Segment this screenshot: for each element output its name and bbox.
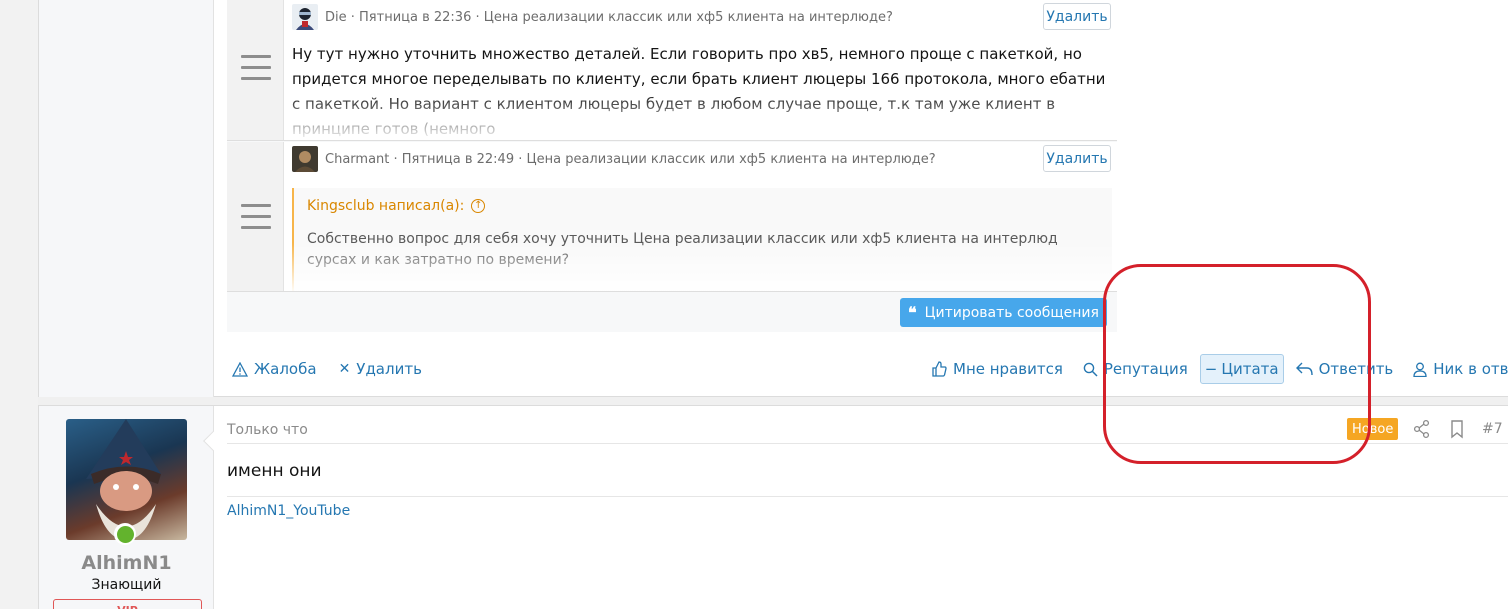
quote-item-content: Charmant · Пятница в 22:49 · Цена реализ…: [284, 142, 1117, 291]
quote-fade: [284, 243, 1117, 291]
share-icon[interactable]: [1413, 419, 1431, 439]
delete-post-label: Удалить: [356, 360, 422, 378]
quote-delete-button[interactable]: Удалить: [1043, 3, 1111, 30]
user-avatar-die-icon: [292, 4, 318, 30]
quote-delete-button[interactable]: Удалить: [1043, 145, 1111, 172]
drag-handle-icon[interactable]: [227, 142, 284, 291]
warning-icon: [232, 361, 248, 377]
close-icon: ✕: [338, 361, 351, 377]
drag-handle-icon[interactable]: [227, 0, 284, 140]
post-message: именн они: [227, 461, 322, 481]
quote-item-content: Die · Пятница в 22:36 · Цена реализации …: [284, 0, 1117, 140]
avatar-wizard-icon: [86, 419, 161, 540]
user-avatar[interactable]: [66, 419, 187, 540]
quote-item-header: Charmant · Пятница в 22:49 · Цена реализ…: [292, 146, 936, 172]
post-time[interactable]: Только что: [227, 422, 308, 438]
online-status-icon: [114, 523, 136, 545]
forum-page: Die · Пятница в 22:36 · Цена реализации …: [0, 0, 1508, 609]
nested-quote-author-label: Kingsclub написал(а):: [307, 198, 465, 214]
user-name[interactable]: AlhimN1: [39, 552, 214, 574]
like-label: Мне нравится: [953, 360, 1063, 378]
user-banner: VIP: [53, 599, 202, 609]
post-user-column: [39, 0, 214, 397]
reply-icon: [1295, 362, 1313, 376]
user-title: Знающий: [91, 577, 162, 593]
quote-item: Die · Пятница в 22:36 · Цена реализации …: [227, 0, 1117, 141]
quote-marks-icon: ❝: [908, 303, 917, 322]
nick-reply-link[interactable]: Ник в ответ: [1409, 354, 1508, 384]
reply-link[interactable]: Ответить: [1292, 354, 1398, 384]
post-actions-right: Мне нравится Репутация − Цитата Ответить…: [927, 354, 1508, 384]
multi-quote-panel: Die · Пятница в 22:36 · Цена реализации …: [227, 0, 1117, 332]
report-link[interactable]: Жалоба: [228, 354, 321, 384]
post-actions-left: Жалоба ✕ Удалить: [228, 354, 426, 384]
nested-quote-author[interactable]: Kingsclub написал(а): ↑: [307, 198, 486, 214]
post-header-divider: [227, 443, 1508, 444]
new-badge: Новое: [1347, 418, 1399, 440]
post-7: AlhimN1 Знающий VIP Только что Новое #7 …: [38, 405, 1508, 609]
arrow-up-circle-icon[interactable]: ↑: [471, 199, 486, 213]
bookmark-icon[interactable]: [1449, 419, 1465, 439]
quote-author[interactable]: Charmant: [325, 152, 389, 167]
signature-divider: [227, 496, 1508, 497]
cite-messages-button[interactable]: ❝ Цитировать сообщения: [900, 298, 1107, 327]
cite-messages-label: Цитировать сообщения: [924, 304, 1099, 321]
reputation-label: Репутация: [1103, 360, 1188, 378]
nick-reply-label: Ник в ответ: [1433, 360, 1508, 378]
signature-link[interactable]: AlhimN1_YouTube: [227, 503, 350, 519]
quote-item-header: Die · Пятница в 22:36 · Цена реализации …: [292, 4, 893, 30]
quote-meta: · Пятница в 22:36 · Цена реализации клас…: [350, 9, 893, 25]
left-gutter: [0, 0, 38, 609]
report-label: Жалоба: [254, 360, 317, 378]
reply-label: Ответить: [1318, 360, 1394, 378]
post-number[interactable]: #7: [1482, 421, 1503, 437]
thumbs-up-icon: [932, 361, 947, 377]
delete-post-link[interactable]: ✕ Удалить: [335, 354, 426, 384]
quote-label: Цитата: [1221, 360, 1279, 378]
quote-item: Charmant · Пятница в 22:49 · Цена реализ…: [227, 142, 1117, 292]
reputation-link[interactable]: Репутация: [1079, 354, 1192, 384]
user-icon: [1413, 362, 1427, 377]
quote-link[interactable]: − Цитата: [1199, 354, 1284, 384]
like-link[interactable]: Мне нравится: [927, 354, 1067, 384]
quote-author[interactable]: Die: [325, 10, 347, 25]
minus-icon: −: [1204, 360, 1218, 378]
post-user-column: AlhimN1 Знающий VIP: [39, 406, 214, 609]
quote-fade: [284, 92, 1117, 140]
search-icon: [1083, 362, 1098, 377]
quote-meta: · Пятница в 22:49 · Цена реализации клас…: [393, 151, 936, 167]
user-avatar-charmant-icon: [292, 146, 318, 172]
